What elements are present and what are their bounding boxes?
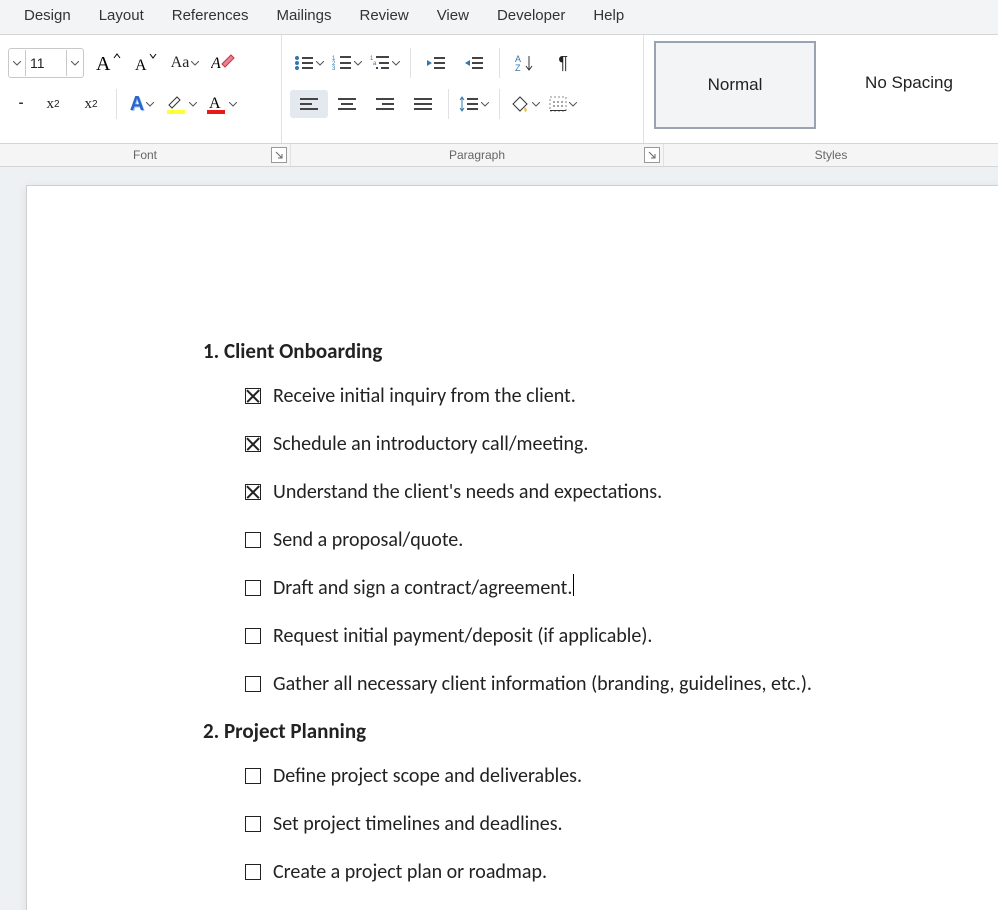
change-case-button[interactable]: Aa <box>166 49 204 77</box>
sort-button[interactable]: AZ <box>506 49 544 77</box>
tab-layout[interactable]: Layout <box>85 0 158 34</box>
tab-developer[interactable]: Developer <box>483 0 579 34</box>
svg-text:3: 3 <box>332 66 336 71</box>
checklist-item[interactable]: Send a proposal/quote. <box>245 526 998 554</box>
tab-help[interactable]: Help <box>579 0 638 34</box>
checkbox-checked-icon[interactable] <box>245 484 261 500</box>
tab-review[interactable]: Review <box>346 0 423 34</box>
section-title[interactable]: 1. Client Onboarding <box>203 338 998 364</box>
checkbox-icon[interactable] <box>245 532 261 548</box>
checklist-item[interactable]: Draft and sign a contract/agreement. <box>245 574 998 602</box>
checkbox-icon[interactable] <box>245 628 261 644</box>
checkbox-icon[interactable] <box>245 676 261 692</box>
document-canvas: 1. Client Onboarding Receive initial inq… <box>0 167 998 910</box>
highlight-color-button[interactable] <box>161 90 201 118</box>
justify-button[interactable] <box>404 90 442 118</box>
align-left-button[interactable] <box>290 90 328 118</box>
bullets-button[interactable] <box>290 49 328 77</box>
style-no-spacing[interactable]: No Spacing <box>830 41 988 125</box>
font-size-value[interactable]: 11 <box>26 55 66 71</box>
svg-text:Z: Z <box>515 63 521 72</box>
checklist-item-text[interactable]: Gather all necessary client information … <box>273 670 812 698</box>
group-paragraph: 123 1a AZ ¶ <box>282 35 644 143</box>
increase-indent-button[interactable] <box>455 49 493 77</box>
svg-text:A: A <box>135 57 147 74</box>
checklist-item-text[interactable]: Receive initial inquiry from the client. <box>273 382 576 410</box>
font-dialog-launcher[interactable] <box>271 147 287 163</box>
shading-button[interactable] <box>506 90 544 118</box>
tab-view[interactable]: View <box>423 0 483 34</box>
checkbox-icon[interactable] <box>245 580 261 596</box>
svg-text:A: A <box>211 55 221 72</box>
trailing-sep-button[interactable]: ⁃ <box>8 90 34 118</box>
checklist-item-text[interactable]: Create a project plan or roadmap. <box>273 858 547 886</box>
document-page[interactable]: 1. Client Onboarding Receive initial inq… <box>26 185 998 910</box>
checklist-item[interactable]: Schedule an introductory call/meeting. <box>245 430 998 458</box>
section-title[interactable]: 2. Project Planning <box>203 718 998 744</box>
decrease-indent-button[interactable] <box>417 49 455 77</box>
align-right-button[interactable] <box>366 90 404 118</box>
checkbox-icon[interactable] <box>245 816 261 832</box>
group-labels: Font Paragraph Styles <box>0 144 998 167</box>
borders-button[interactable] <box>544 90 582 118</box>
checklist-item-text[interactable]: Understand the client's needs and expect… <box>273 478 662 506</box>
text-effects-button[interactable]: A <box>123 90 161 118</box>
multilevel-list-button[interactable]: 1a <box>366 49 404 77</box>
tab-design[interactable]: Design <box>10 0 85 34</box>
font-color-button[interactable]: A <box>201 90 241 118</box>
clear-formatting-button[interactable]: A <box>204 49 242 77</box>
font-size-dropdown-caret[interactable] <box>66 50 83 76</box>
checkbox-icon[interactable] <box>245 768 261 784</box>
paragraph-dialog-launcher[interactable] <box>644 147 660 163</box>
numbering-button[interactable]: 123 <box>328 49 366 77</box>
checklist-item-text[interactable]: Request initial payment/deposit (if appl… <box>273 622 652 650</box>
style-normal[interactable]: Normal <box>654 41 816 129</box>
checklist-item[interactable]: Create a project plan or roadmap. <box>245 858 998 886</box>
checkbox-checked-icon[interactable] <box>245 388 261 404</box>
svg-text:A: A <box>209 95 221 112</box>
group-label-paragraph: Paragraph <box>291 144 664 166</box>
tab-mailings[interactable]: Mailings <box>262 0 345 34</box>
checklist-item-text[interactable]: Define project scope and deliverables. <box>273 762 582 790</box>
group-label-font: Font <box>0 144 291 166</box>
font-size-selector[interactable]: 11 <box>8 48 84 78</box>
checklist-item-text[interactable]: Send a proposal/quote. <box>273 526 463 554</box>
decrease-font-size-button[interactable]: A <box>128 49 166 77</box>
group-font: 11 A A Aa A <box>0 35 282 143</box>
tab-references[interactable]: References <box>158 0 263 34</box>
ribbon-tabs: Design Layout References Mailings Review… <box>0 0 998 35</box>
svg-text:A: A <box>96 53 111 74</box>
checklist-item[interactable]: Set project timelines and deadlines. <box>245 810 998 838</box>
checkbox-icon[interactable] <box>245 864 261 880</box>
checklist: Receive initial inquiry from the client.… <box>203 382 998 698</box>
subscript-button[interactable]: x2 <box>34 90 72 118</box>
checklist-item[interactable]: Understand the client's needs and expect… <box>245 478 998 506</box>
checklist-item-text[interactable]: Set project timelines and deadlines. <box>273 810 563 838</box>
checklist: Define project scope and deliverables. Se… <box>203 762 998 886</box>
checklist-item-text[interactable]: Draft and sign a contract/agreement. <box>273 574 572 602</box>
align-center-button[interactable] <box>328 90 366 118</box>
checkbox-checked-icon[interactable] <box>245 436 261 452</box>
checklist-item[interactable]: Receive initial inquiry from the client. <box>245 382 998 410</box>
show-paragraph-marks-button[interactable]: ¶ <box>544 49 582 77</box>
line-spacing-button[interactable] <box>455 90 493 118</box>
checklist-item[interactable]: Request initial payment/deposit (if appl… <box>245 622 998 650</box>
increase-font-size-button[interactable]: A <box>90 49 128 77</box>
checklist-item-text[interactable]: Schedule an introductory call/meeting. <box>273 430 588 458</box>
group-styles: Normal No Spacing <box>644 35 998 143</box>
group-label-styles: Styles <box>664 144 998 166</box>
ribbon: 11 A A Aa A <box>0 35 998 144</box>
font-name-dropdown-caret[interactable] <box>9 50 26 76</box>
svg-text:a: a <box>373 61 377 67</box>
checklist-item[interactable]: Gather all necessary client information … <box>245 670 998 698</box>
superscript-button[interactable]: x2 <box>72 90 110 118</box>
checklist-item[interactable]: Define project scope and deliverables. <box>245 762 998 790</box>
text-cursor <box>573 574 574 596</box>
